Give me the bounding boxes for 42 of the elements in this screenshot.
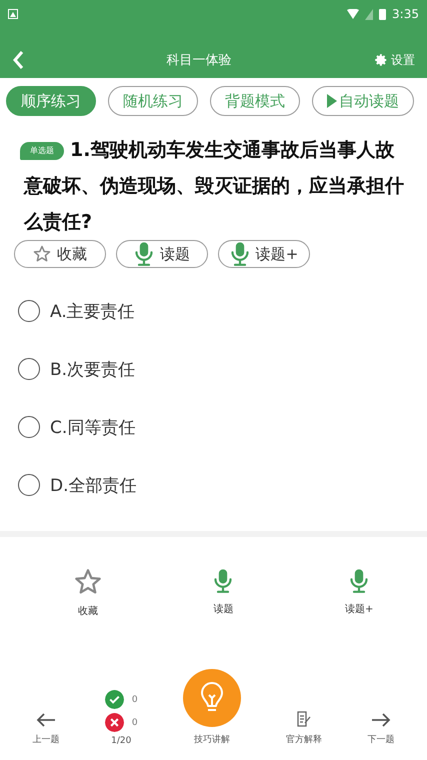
radio-button[interactable] bbox=[18, 300, 40, 322]
answer-option[interactable]: D.全部责任 bbox=[50, 474, 136, 496]
previous-button[interactable]: 上一题 bbox=[32, 713, 60, 746]
read-aloud-button[interactable]: 读题+ bbox=[218, 240, 310, 268]
read-aloud-button[interactable]: 读题+ bbox=[291, 567, 427, 619]
notification-icon bbox=[8, 9, 18, 19]
play-icon bbox=[327, 94, 337, 108]
read-aloud-button[interactable]: 读题 bbox=[116, 240, 208, 268]
answer-option[interactable]: B.次要责任 bbox=[50, 358, 136, 380]
progress-counter: 1/20 bbox=[111, 736, 132, 746]
microphone-icon bbox=[213, 568, 234, 594]
next-button[interactable]: 下一题 bbox=[367, 713, 394, 746]
clock: 3:35 bbox=[392, 7, 419, 21]
wrong-count: 0 bbox=[132, 718, 138, 728]
favorite-button[interactable]: 收藏 bbox=[20, 567, 156, 619]
question-text: 单选题 1.驾驶机动车发生交通事故后当事人故意破坏、伪造现场、毁灭证据的，应当承担什么责任? bbox=[0, 124, 427, 240]
microphone-icon bbox=[134, 241, 154, 267]
wrong-icon bbox=[104, 713, 124, 732]
correct-icon bbox=[104, 690, 124, 709]
microphone-icon bbox=[230, 241, 250, 267]
battery-icon bbox=[379, 8, 386, 20]
radio-button[interactable] bbox=[18, 474, 40, 496]
settings-icon[interactable] bbox=[374, 53, 388, 67]
favorite-button[interactable]: 收藏 bbox=[14, 240, 106, 268]
correct-count: 0 bbox=[132, 694, 138, 704]
microphone-icon bbox=[349, 568, 370, 594]
answer-option[interactable]: A.主要责任 bbox=[50, 300, 135, 322]
read-aloud-button[interactable]: 读题 bbox=[156, 567, 292, 619]
star-icon bbox=[74, 568, 102, 596]
explanation-button[interactable]: 官方解释 bbox=[286, 711, 322, 746]
right-arrow-icon bbox=[370, 713, 391, 727]
left-arrow-icon bbox=[36, 713, 56, 727]
page-title: 科目一体验 bbox=[166, 52, 232, 69]
wifi-icon bbox=[347, 9, 360, 19]
radio-button[interactable] bbox=[18, 358, 40, 380]
star-icon bbox=[33, 245, 51, 263]
back-icon[interactable] bbox=[12, 50, 24, 70]
answer-option[interactable]: C.同等责任 bbox=[50, 416, 136, 438]
radio-button[interactable] bbox=[18, 416, 40, 438]
document-edit-icon bbox=[296, 711, 312, 727]
signal-icon bbox=[365, 8, 374, 20]
lightbulb-icon bbox=[200, 682, 224, 714]
